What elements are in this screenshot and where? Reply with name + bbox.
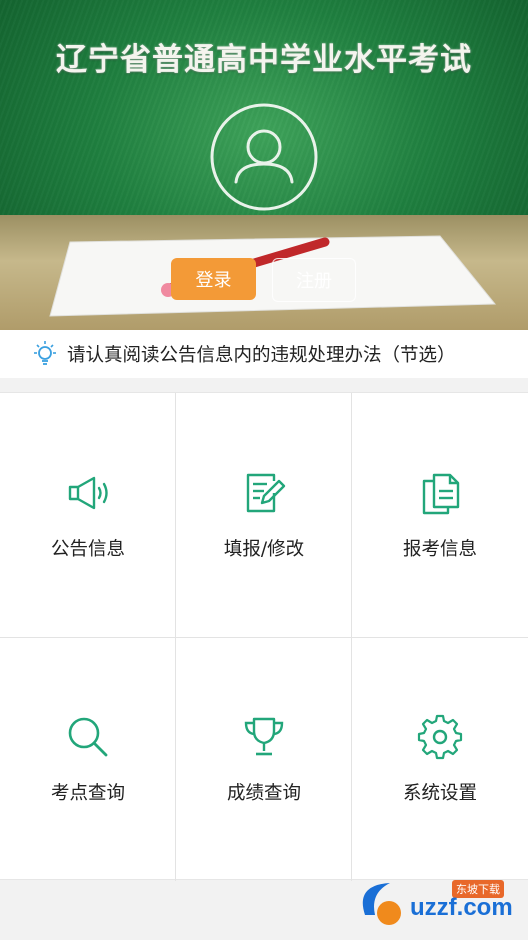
notice-bar[interactable]: 请认真阅读公告信息内的违规处理办法（节选） [0, 330, 528, 378]
gear-icon [417, 714, 463, 760]
register-button[interactable]: 注册 [272, 258, 356, 302]
lightbulb-icon [34, 341, 56, 365]
menu-item-label: 考点查询 [50, 783, 125, 804]
edit-form-icon [246, 473, 286, 513]
notice-text: 请认真阅读公告信息内的违规处理办法（节选） [67, 345, 456, 366]
menu-item-label: 系统设置 [402, 783, 477, 804]
menu-item-score-query[interactable]: 成绩查询 [176, 637, 352, 881]
megaphone-icon [68, 476, 108, 510]
menu-item-settings[interactable]: 系统设置 [352, 637, 528, 881]
menu-item-fill-edit[interactable]: 填报/修改 [176, 393, 352, 637]
menu-item-label: 公告信息 [50, 539, 125, 560]
login-button[interactable]: 登录 [171, 258, 256, 300]
avatar-icon[interactable] [209, 102, 319, 212]
hero-banner: 辽宁省普通高中学业水平考试 登录 注册 [0, 0, 528, 330]
menu-item-registration-info[interactable]: 报考信息 [352, 393, 528, 637]
menu-item-label: 报考信息 [402, 539, 477, 560]
watermark-text: uzzf.com [410, 894, 513, 921]
search-icon [68, 717, 108, 757]
menu-item-label: 成绩查询 [226, 783, 301, 804]
app-title: 辽宁省普通高中学业水平考试 [56, 42, 472, 78]
menu-item-announcements[interactable]: 公告信息 [0, 393, 176, 637]
documents-icon [422, 473, 460, 515]
menu-item-label: 填报/修改 [223, 539, 305, 560]
trophy-icon [244, 717, 284, 756]
menu-grid: 公告信息 填报/修改 报考信息 考点查询 成绩查询 系统设置 [0, 392, 528, 881]
menu-item-exam-site-query[interactable]: 考点查询 [0, 637, 176, 881]
